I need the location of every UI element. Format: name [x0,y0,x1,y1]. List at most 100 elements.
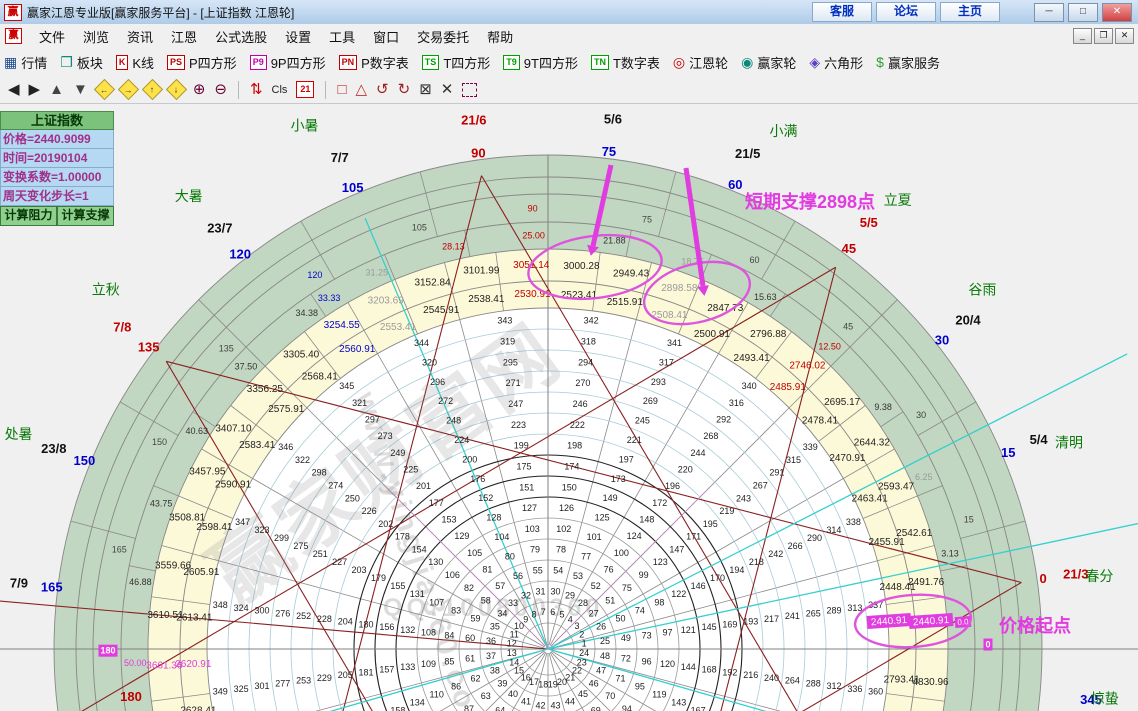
support-ring-value: 2500.91 [694,329,731,340]
next-icon[interactable]: ▶ [29,82,41,98]
spiral-number: 177 [429,498,444,508]
spiral-number: 196 [665,481,680,491]
support-ring-value: 2553.41 [380,322,417,333]
spiral-number: 321 [352,398,367,408]
menu-资讯[interactable]: 资讯 [118,25,162,48]
rect-tool-icon[interactable]: □ [337,82,346,98]
updown-icon[interactable]: ⇅ [250,82,263,98]
toolbar-六角形[interactable]: ◈六角形 [809,53,863,72]
child-close-button[interactable]: ✕ [1115,28,1134,44]
move-down-icon[interactable]: ↓ [166,79,187,100]
menu-items: 文件浏览资讯江恩公式选股设置工具窗口交易委托帮助 [30,25,522,48]
spiral-number: 129 [454,531,469,541]
spiral-number: 171 [686,532,701,542]
down-tri-icon[interactable]: ▼ [73,82,88,98]
price-ring-value: 3254.55 [324,320,361,331]
forum-link-button[interactable]: 论坛 [876,2,936,22]
spiral-number: 123 [653,557,668,567]
percent-ring-value: 43.75 [150,499,173,509]
menu-江恩[interactable]: 江恩 [162,25,206,48]
spiral-number: 100 [614,548,629,558]
date-label: 5/6 [604,111,622,126]
calendar-icon[interactable]: 21 [296,81,314,98]
spiral-number: 301 [254,681,269,691]
spiral-number: 168 [702,665,717,675]
toolbar-label: 赢家服务 [888,53,940,72]
minimize-button[interactable]: ─ [1034,3,1064,22]
menu-浏览[interactable]: 浏览 [74,25,118,48]
price-ring-value: 3407.10 [215,423,252,434]
time-field[interactable]: 时间=20190104 [0,149,114,168]
move-up-icon[interactable]: ↑ [142,79,163,100]
spiral-number: 48 [600,651,610,661]
price-ring-value: 2746.02 [789,361,826,372]
menu-窗口[interactable]: 窗口 [364,25,408,48]
cls-icon[interactable]: Cls [272,82,288,98]
date-label: 21/5 [735,146,760,161]
home-link-button[interactable]: 主页 [940,2,1000,22]
spiral-number: 270 [575,378,590,388]
child-restore-button[interactable]: ❐ [1094,28,1113,44]
zoom-in-icon[interactable]: ⊕ [193,82,206,98]
menu-公式选股[interactable]: 公式选股 [206,25,276,48]
toolbar-行情[interactable]: ▦行情 [4,53,47,72]
toolbar-赢家服务[interactable]: $ 赢家服务 [876,53,940,72]
triangle-tool-icon[interactable]: △ [356,82,368,98]
gann-wheel-canvas[interactable]: 赢家财富网www.yingjia360.comQQ:10080036012345… [0,111,1138,711]
titlebar-buttons: 客服论坛主页 ─□✕ [812,2,1138,22]
menu-交易委托[interactable]: 交易委托 [408,25,478,48]
toolbar-赢家轮[interactable]: ◉赢家轮 [741,53,796,72]
price-field[interactable]: 价格=2440.9099 [0,130,114,149]
menu-设置[interactable]: 设置 [276,25,320,48]
step-field[interactable]: 周天变化步长=1 [0,187,114,206]
up-tri-icon[interactable]: ▲ [49,82,64,98]
toolbar-板块[interactable]: ❒板块 [60,53,103,72]
coefficient-field[interactable]: 变换系数=1.00000 [0,168,114,187]
prev-icon[interactable]: ◀ [8,82,20,98]
maximize-button[interactable]: □ [1068,3,1098,22]
spiral-number: 360 [868,687,883,697]
toolbar-K线[interactable]: KK线 [116,53,154,72]
pn-icon: PN [339,55,358,70]
spiral-number: 120 [660,659,675,669]
toolbar-T四方形[interactable]: TST四方形 [422,53,490,72]
spiral-number: 155 [390,581,405,591]
spiral-number: 101 [587,532,602,542]
move-right-icon[interactable]: → [118,79,139,100]
spiral-number: 152 [478,493,493,503]
service-icon: $ [876,55,884,69]
toolbar-label: T数字表 [613,53,660,72]
close-button[interactable]: ✕ [1102,3,1132,22]
support-link-button[interactable]: 客服 [812,2,872,22]
boxed-x-icon[interactable]: ⊠ [419,82,432,98]
angle-label: 150 [74,453,96,468]
menu-文件[interactable]: 文件 [30,25,74,48]
parameter-panel: 上证指数 价格=2440.9099 时间=20190104 变换系数=1.000… [0,111,114,226]
candlestick-icon: K [116,55,129,70]
converge-icon[interactable]: ✕ [441,82,454,98]
rotate-cw-icon[interactable]: ↻ [398,82,411,98]
percent-ring-value: 31.25 [365,268,388,278]
menu-帮助[interactable]: 帮助 [478,25,522,48]
move-left-icon[interactable]: ← [94,79,115,100]
spiral-number: 47 [596,665,606,675]
calc-resistance-button[interactable]: 计算阻力 [0,206,57,226]
dashed-rect-icon[interactable] [462,83,477,97]
zoom-out-icon[interactable]: ⊖ [214,82,227,98]
toolbar-9P四方形[interactable]: P99P四方形 [250,53,326,72]
price-ring-value: 2949.43 [613,269,650,280]
toolbar-T数字表[interactable]: TNT数字表 [591,53,660,72]
toolbar-江恩轮[interactable]: ◎江恩轮 [673,53,728,72]
child-minimize-button[interactable]: _ [1073,28,1092,44]
degree-ring-value: 150 [152,437,167,447]
toolbar-P四方形[interactable]: PSP四方形 [167,53,237,72]
menu-工具[interactable]: 工具 [320,25,364,48]
rotate-ccw-icon[interactable]: ↺ [376,82,389,98]
calc-support-button[interactable]: 计算支撑 [57,206,114,226]
spiral-number: 54 [553,566,563,576]
spiral-number: 245 [635,416,650,426]
toolbar-9T四方形[interactable]: T99T四方形 [503,53,578,72]
spiral-number: 271 [506,378,521,388]
toolbar-P数字表[interactable]: PNP数字表 [339,53,409,72]
support-ring-value: 2463.41 [852,494,889,505]
